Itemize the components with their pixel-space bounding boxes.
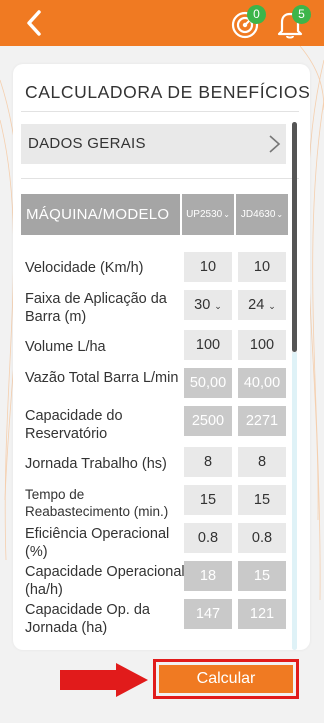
chevron-down-icon: ⌄ — [214, 301, 222, 311]
page-title: CALCULADORA DE BENEFÍCIOS — [25, 82, 311, 102]
scrollbar-thumb[interactable] — [292, 122, 297, 352]
table-header: MÁQUINA/MODELO UP2530⌄ JD4630⌄ — [21, 194, 288, 235]
model-select-1[interactable]: UP2530⌄ — [182, 194, 234, 235]
input-eficiencia-1[interactable]: 0.8 — [184, 523, 232, 553]
target-badge: 0 — [247, 5, 266, 24]
row-label-capacidade-jornada: Capacidade Op. da Jornada (ha) — [25, 602, 150, 636]
value-capacidade-jornada-2: 121 — [238, 599, 286, 629]
calculate-button[interactable]: Calcular — [159, 665, 293, 693]
input-jornada-1[interactable]: 8 — [184, 447, 232, 477]
bell-badge: 5 — [292, 5, 311, 24]
row-label-jornada: Jornada Trabalho (hs) — [25, 456, 167, 472]
chevron-down-icon: ⌄ — [223, 210, 230, 219]
input-velocidade-2[interactable]: 10 — [238, 252, 286, 282]
scrollbar[interactable] — [292, 122, 297, 650]
chevron-down-icon: ⌄ — [268, 301, 276, 311]
row-label-volume: Volume L/ha — [25, 339, 106, 355]
input-volume-2[interactable]: 100 — [238, 330, 286, 360]
model-name: JD4630 — [240, 209, 276, 220]
red-arrow-annotation — [60, 663, 148, 697]
calculate-button-highlight: Calcular — [153, 659, 299, 699]
back-arrow-icon[interactable] — [20, 8, 50, 38]
input-reabastecimento-1[interactable]: 15 — [184, 485, 232, 515]
select-value: 30 — [194, 297, 211, 313]
top-bar: 0 5 — [0, 0, 324, 46]
select-faixa-2[interactable]: 24 ⌄ — [238, 290, 286, 320]
calculator-card: CALCULADORA DE BENEFÍCIOS DADOS GERAIS M… — [13, 64, 310, 650]
scrollbar-track-lower — [292, 352, 297, 650]
value-reservatorio-1: 2500 — [184, 406, 232, 436]
section-label: DADOS GERAIS — [28, 135, 146, 152]
value-reservatorio-2: 2271 — [238, 406, 286, 436]
input-volume-1[interactable]: 100 — [184, 330, 232, 360]
input-eficiencia-2[interactable]: 0.8 — [238, 523, 286, 553]
row-label-reabastecimento: Tempo de Reabastecimento (min.) — [25, 487, 169, 519]
row-label-eficiencia: Eficiência Operacional (%) — [25, 526, 170, 560]
row-label-vazao: Vazão Total Barra L/min — [25, 370, 179, 386]
model-name: UP2530 — [186, 209, 223, 220]
select-faixa-1[interactable]: 30 ⌄ — [184, 290, 232, 320]
row-label-faixa: Faixa de Aplicação da Barra (m) — [25, 291, 167, 325]
row-label-reservatorio: Capacidade do Reservatório — [25, 408, 123, 442]
section-dados-gerais[interactable]: DADOS GERAIS — [21, 124, 286, 164]
divider — [21, 178, 299, 179]
input-velocidade-1[interactable]: 10 — [184, 252, 232, 282]
divider — [21, 111, 299, 112]
value-capacidade-operacional-2: 15 — [238, 561, 286, 591]
value-capacidade-operacional-1: 18 — [184, 561, 232, 591]
model-select-2[interactable]: JD4630⌄ — [236, 194, 288, 235]
select-value: 24 — [248, 297, 265, 313]
chevron-right-icon — [269, 135, 281, 153]
row-label-capacidade-operacional: Capacidade Operacional (ha/h) — [25, 564, 185, 598]
value-vazao-1: 50,00 — [184, 368, 232, 398]
row-label-velocidade: Velocidade (Km/h) — [25, 260, 144, 276]
value-capacidade-jornada-1: 147 — [184, 599, 232, 629]
input-reabastecimento-2[interactable]: 15 — [238, 485, 286, 515]
chevron-down-icon: ⌄ — [276, 210, 284, 219]
value-vazao-2: 40,00 — [238, 368, 286, 398]
input-jornada-2[interactable]: 8 — [238, 447, 286, 477]
table-header-label: MÁQUINA/MODELO — [26, 206, 170, 223]
